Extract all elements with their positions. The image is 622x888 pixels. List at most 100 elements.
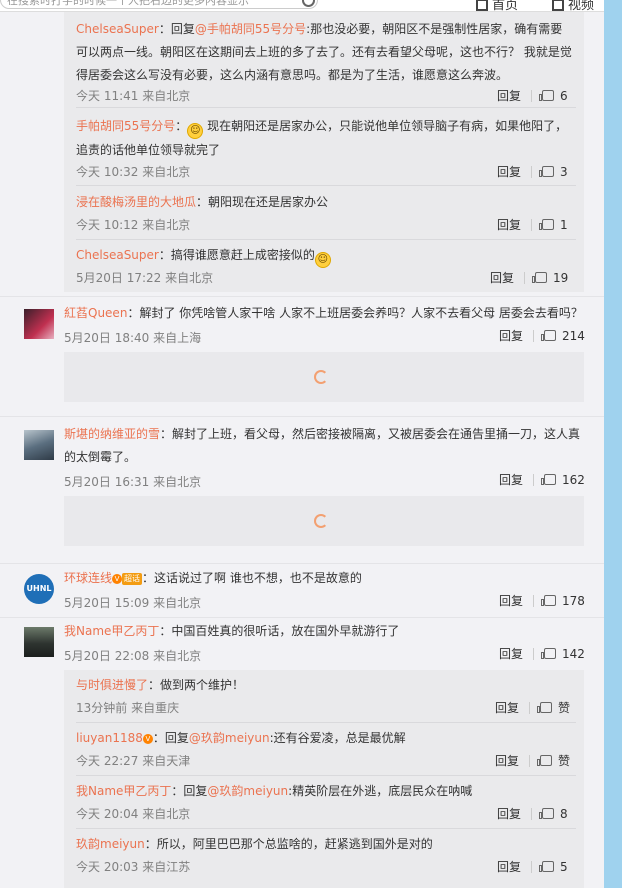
reply-username[interactable]: liuyan1188 [76,731,143,745]
super-topic-badge: 超话 [122,573,143,585]
reply-meta: 今天 20:04 来自北京 [76,807,191,821]
page-right-edge [604,0,622,888]
reply-text: ChelseaSuper：搞得谁愿意赶上成密接似的 ☺ [76,244,572,268]
reply-meta: 今天 22:27 来自天津 [76,754,191,768]
nav-video[interactable]: 视频 [552,0,595,12]
like-icon[interactable] [539,90,555,101]
comment-content: ：这话说过了啊 谁也不想，也不是故意的 [142,571,362,585]
comment-username[interactable]: 我Name甲乙丙丁 [64,624,159,638]
reply-button[interactable]: 回复 [490,271,514,285]
like-count[interactable]: 142 [562,647,585,661]
avatar[interactable] [24,430,54,460]
like-icon[interactable] [532,272,548,283]
nav-home[interactable]: 首页 [476,0,519,12]
reply-meta: 今天 20:03 来自江苏 [76,860,191,874]
reply-item: liuyan1188 V ：回复@玖韵meiyun:还有谷爱凌，总是最优解 今天 2… [64,723,584,776]
search-input[interactable]: 在搜索时打字的时候一个人把右边的更多内容显示 [0,0,318,9]
reply-actions: 回复 赞 [495,701,570,715]
mention-link[interactable]: @玖韵meiyun [207,784,288,798]
reply-username[interactable]: 我Name甲乙丙丁 [76,784,171,798]
like-count[interactable]: 162 [562,473,585,487]
like-icon[interactable] [539,219,555,230]
reply-content: ：做到两个维护！ [148,678,245,692]
reply-actions: 回复 8 [497,807,568,821]
reply-text: 与时俱进慢了：做到两个维护！ [76,674,572,697]
reply-username[interactable]: 手帕胡同55号分号 [76,119,175,133]
reply-content: ：所以，阿里巴巴那个总监啥的，赶紧逃到国外是对的 [144,837,433,851]
reply-button[interactable]: 回复 [497,807,521,821]
reply-text: ChelseaSuper：回复@手帕胡同55号分号:那也没必要，朝阳区不是强制性… [76,18,572,87]
like-count[interactable]: 214 [562,329,585,343]
nav-video-label: 视频 [568,0,595,12]
reply-button[interactable]: 回复 [497,165,521,179]
like-count[interactable]: 178 [562,594,585,608]
mention-link[interactable]: @玖韵meiyun [189,731,270,745]
comment-username[interactable]: 斯堪的纳维亚的雪 [64,427,160,441]
nav-home-label: 首页 [492,0,519,12]
reply-meta: 今天 11:41 来自北京 [76,89,191,103]
like-label[interactable]: 赞 [558,701,570,715]
reply-item: 我Name甲乙丙丁：回复@玖韵meiyun:精英阶层在外逃，底层民众在呐喊 今天… [64,776,584,829]
comment-text: 环球连线 V 超话 ：这话说过了啊 谁也不想，也不是故意的 [64,567,586,590]
comment-actions: 回复 142 [499,647,585,661]
like-icon[interactable] [541,595,557,606]
video-icon [552,0,564,11]
like-icon[interactable] [537,702,553,713]
reply-actions: 回复 3 [497,165,568,179]
reply-button[interactable]: 回复 [499,329,523,343]
reply-actions: 回复 5 [497,860,568,874]
like-icon[interactable] [541,474,557,485]
comment-meta: 5月20日 22:08 来自北京 [64,649,202,663]
mention-link[interactable]: @手帕胡同55号分号 [195,22,306,36]
like-count[interactable]: 6 [560,89,568,103]
reply-actions: 回复 赞 [495,754,570,768]
avatar[interactable]: UHNL [24,574,54,604]
like-label[interactable]: 赞 [558,754,570,768]
reply-button[interactable]: 回复 [495,701,519,715]
comment-text: 我Name甲乙丙丁：中国百姓真的很听话，放在国外早就游行了 [64,620,586,643]
like-icon[interactable] [537,755,553,766]
reply-button[interactable]: 回复 [497,89,521,103]
reply-button[interactable]: 回复 [495,754,519,768]
comment-meta: 5月20日 15:09 来自北京 [64,596,202,610]
reply-actions: 回复 6 [497,89,568,103]
comment-username[interactable]: 环球连线 [64,571,112,585]
reply-button[interactable]: 回复 [499,647,523,661]
reply-button[interactable]: 回复 [499,473,523,487]
reply-username[interactable]: 玖韵meiyun [76,837,145,851]
reply-content: ：搞得谁愿意赶上成密接似的 [158,248,315,262]
reply-meta: 今天 10:12 来自北京 [76,218,191,232]
avatar[interactable] [24,309,54,339]
like-icon[interactable] [541,330,557,341]
like-count[interactable]: 3 [560,165,568,179]
reply-item: 玖韵meiyun：所以，阿里巴巴那个总监啥的，赶紧逃到国外是对的 今天 20:0… [64,829,584,888]
reply-button[interactable]: 回复 [497,218,521,232]
reply-text: 手帕胡同55号分号： ☺ 现在朝阳还是居家办公，只能说他单位领导脑子有病，如果他阳… [76,119,568,157]
loading-spinner-icon [314,370,328,384]
comment-actions: 回复 214 [499,329,585,343]
comment-content: ：中国百姓真的很听话，放在国外早就游行了 [159,624,400,638]
like-icon[interactable] [539,808,555,819]
like-icon[interactable] [539,861,555,872]
comment-text: 斯堪的纳维亚的雪：解封了上班，看父母，然后密接被隔离，又被居委会在通告里捅一刀，… [64,423,586,469]
reply-username[interactable]: ChelseaSuper [76,22,159,36]
avatar[interactable] [24,627,54,657]
loading-panel [64,496,584,546]
reply-actions: 回复 1 [497,218,568,232]
reply-item: 浸在酸梅汤里的大地瓜：朝阳现在还是居家办公 今天 10:12 来自北京 回复 1 [64,186,584,240]
like-icon[interactable] [539,166,555,177]
reply-button[interactable]: 回复 [499,594,523,608]
reply-button[interactable]: 回复 [497,860,521,874]
reply-username[interactable]: ChelseaSuper [76,248,159,262]
reply-username[interactable]: 浸在酸梅汤里的大地瓜 [76,195,196,209]
like-count[interactable]: 8 [560,807,568,821]
reply-text: liuyan1188 V ：回复@玖韵meiyun:还有谷爱凌，总是最优解 [76,727,572,750]
reply-username[interactable]: 与时俱进慢了 [76,678,148,692]
like-count[interactable]: 19 [553,271,568,285]
like-icon[interactable] [541,648,557,659]
like-count[interactable]: 1 [560,218,568,232]
like-count[interactable]: 5 [560,860,568,874]
reply-item: ChelseaSuper：回复@手帕胡同55号分号:那也没必要，朝阳区不是强制性… [64,12,584,108]
comment-username[interactable]: 紅萏Queen [64,306,127,320]
reply-item: 手帕胡同55号分号： ☺ 现在朝阳还是居家办公，只能说他单位领导脑子有病，如果他阳… [64,108,584,186]
